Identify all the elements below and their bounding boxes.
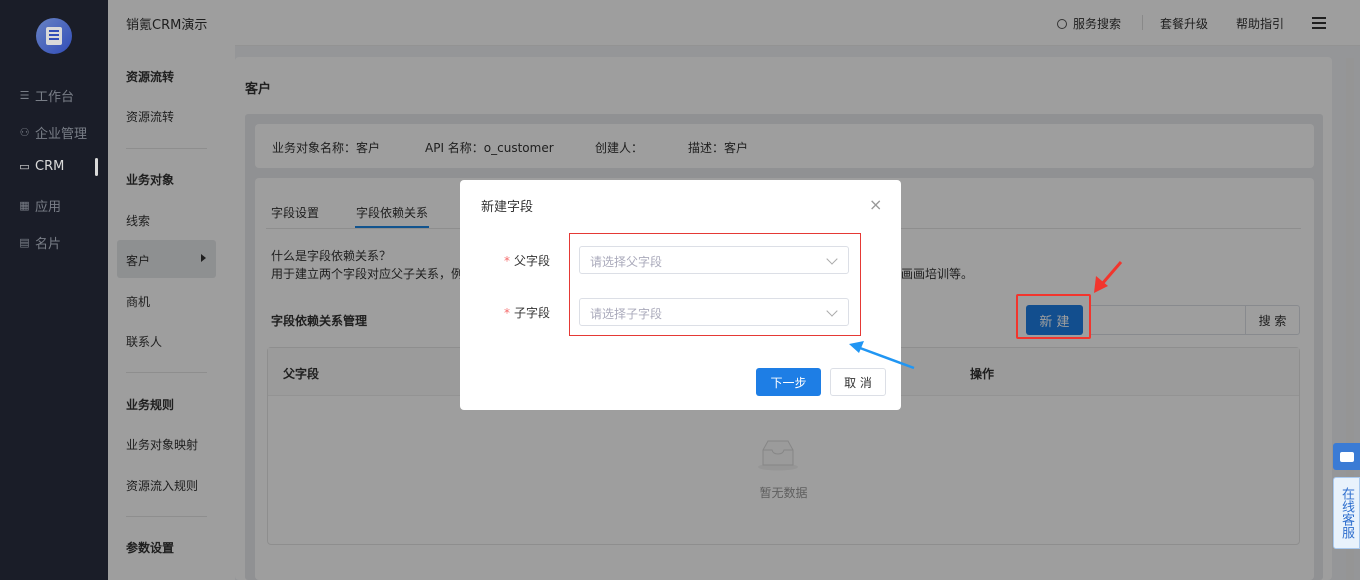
chat-icon xyxy=(1339,451,1354,462)
selects-highlight xyxy=(569,233,861,336)
dialog-title: 新建字段 xyxy=(481,200,534,215)
modal-overlay-nav xyxy=(0,0,108,580)
new-field-dialog: 新建字段 × * 父字段 请选择父字段 * 子字段 请选择子字段 下一步 取 消 xyxy=(460,180,901,410)
close-icon[interactable]: × xyxy=(869,197,882,213)
new-button-highlight xyxy=(1016,294,1091,339)
next-button[interactable]: 下一步 xyxy=(756,368,821,396)
online-service-button[interactable]: 在线客服 xyxy=(1333,477,1360,549)
parent-field-label: * 父字段 xyxy=(504,254,551,268)
online-service-label: 在线客服 xyxy=(1339,487,1354,539)
cancel-button[interactable]: 取 消 xyxy=(830,368,886,396)
child-field-label: * 子字段 xyxy=(504,306,551,320)
required-mark: * xyxy=(504,306,510,320)
required-mark: * xyxy=(504,254,510,268)
chat-float-button[interactable] xyxy=(1333,443,1360,470)
